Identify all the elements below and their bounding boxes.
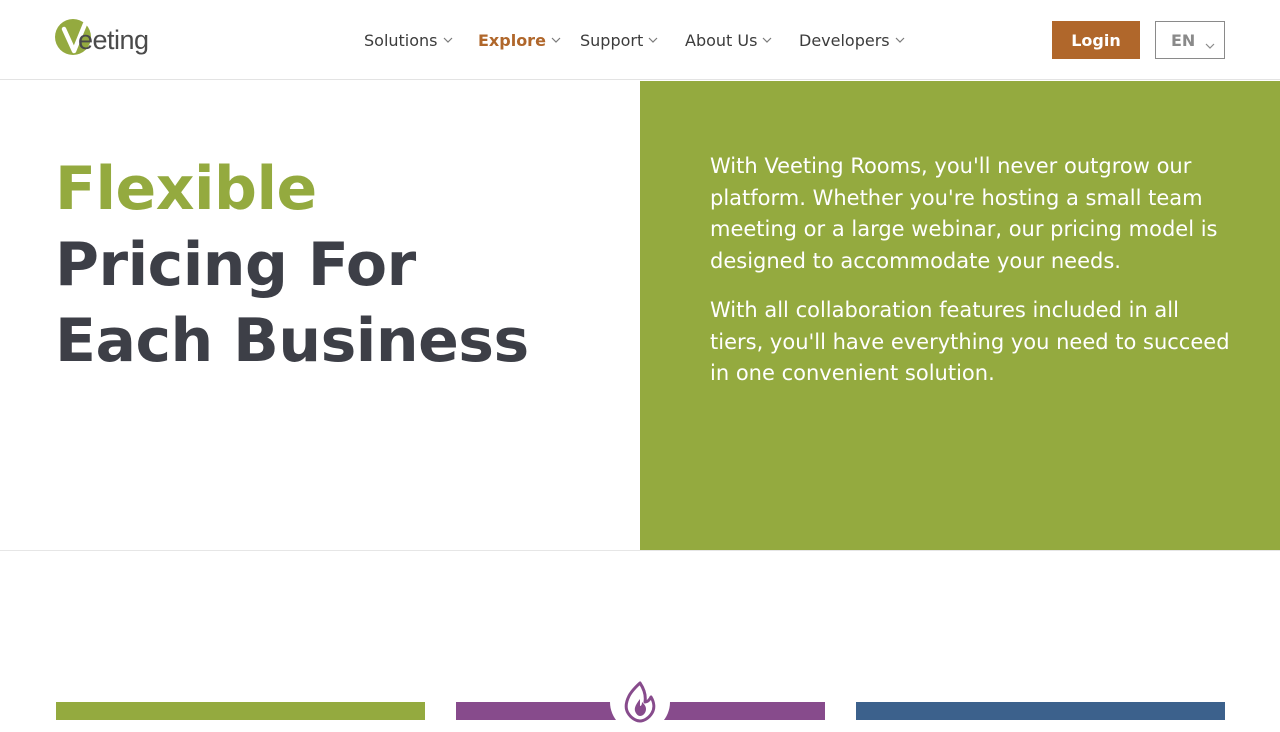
nav-item-support[interactable]: Support xyxy=(580,29,658,51)
title-accent-line: Flexible xyxy=(55,154,317,224)
title-line: Pricing For xyxy=(55,230,416,300)
flame-icon xyxy=(624,681,656,723)
nav-item-about-us[interactable]: About Us xyxy=(685,29,772,51)
hero-paragraph: With Veeting Rooms, you'll never outgrow… xyxy=(710,154,1218,273)
nav-item-explore[interactable]: Explore xyxy=(478,29,561,51)
hero-left-panel: Flexible Pricing For Each Business xyxy=(0,81,640,550)
hero-paragraph: With all collaboration features included… xyxy=(710,298,1230,385)
pricing-card[interactable] xyxy=(856,702,1225,720)
language-value: EN xyxy=(1171,30,1196,50)
chevron-down-icon xyxy=(1205,36,1215,49)
login-button[interactable]: Login xyxy=(1052,21,1140,59)
section-divider xyxy=(0,550,1280,551)
language-select[interactable]: EN xyxy=(1155,21,1225,59)
nav-item-label: Support xyxy=(580,30,644,50)
chevron-down-icon xyxy=(443,35,453,45)
site-header: eeting Solutions Explore Support About U… xyxy=(0,0,1280,80)
nav-item-label: Solutions xyxy=(364,30,438,50)
title-line: Each Business xyxy=(55,306,529,376)
pricing-card-badge xyxy=(610,672,670,732)
nav-item-developers[interactable]: Developers xyxy=(799,29,905,51)
page-title: Flexible Pricing For Each Business xyxy=(55,151,529,379)
chevron-down-icon xyxy=(762,35,772,45)
hero-description-panel: With Veeting Rooms, you'll never outgrow… xyxy=(640,81,1280,550)
chevron-down-icon xyxy=(648,35,658,45)
nav-item-solutions[interactable]: Solutions xyxy=(364,29,453,51)
chevron-down-icon xyxy=(551,35,561,45)
nav-item-label: Developers xyxy=(799,30,890,50)
pricing-card[interactable] xyxy=(56,702,425,720)
nav-item-label: Explore xyxy=(478,30,546,50)
nav-item-label: About Us xyxy=(685,30,758,50)
chevron-down-icon xyxy=(895,35,905,45)
